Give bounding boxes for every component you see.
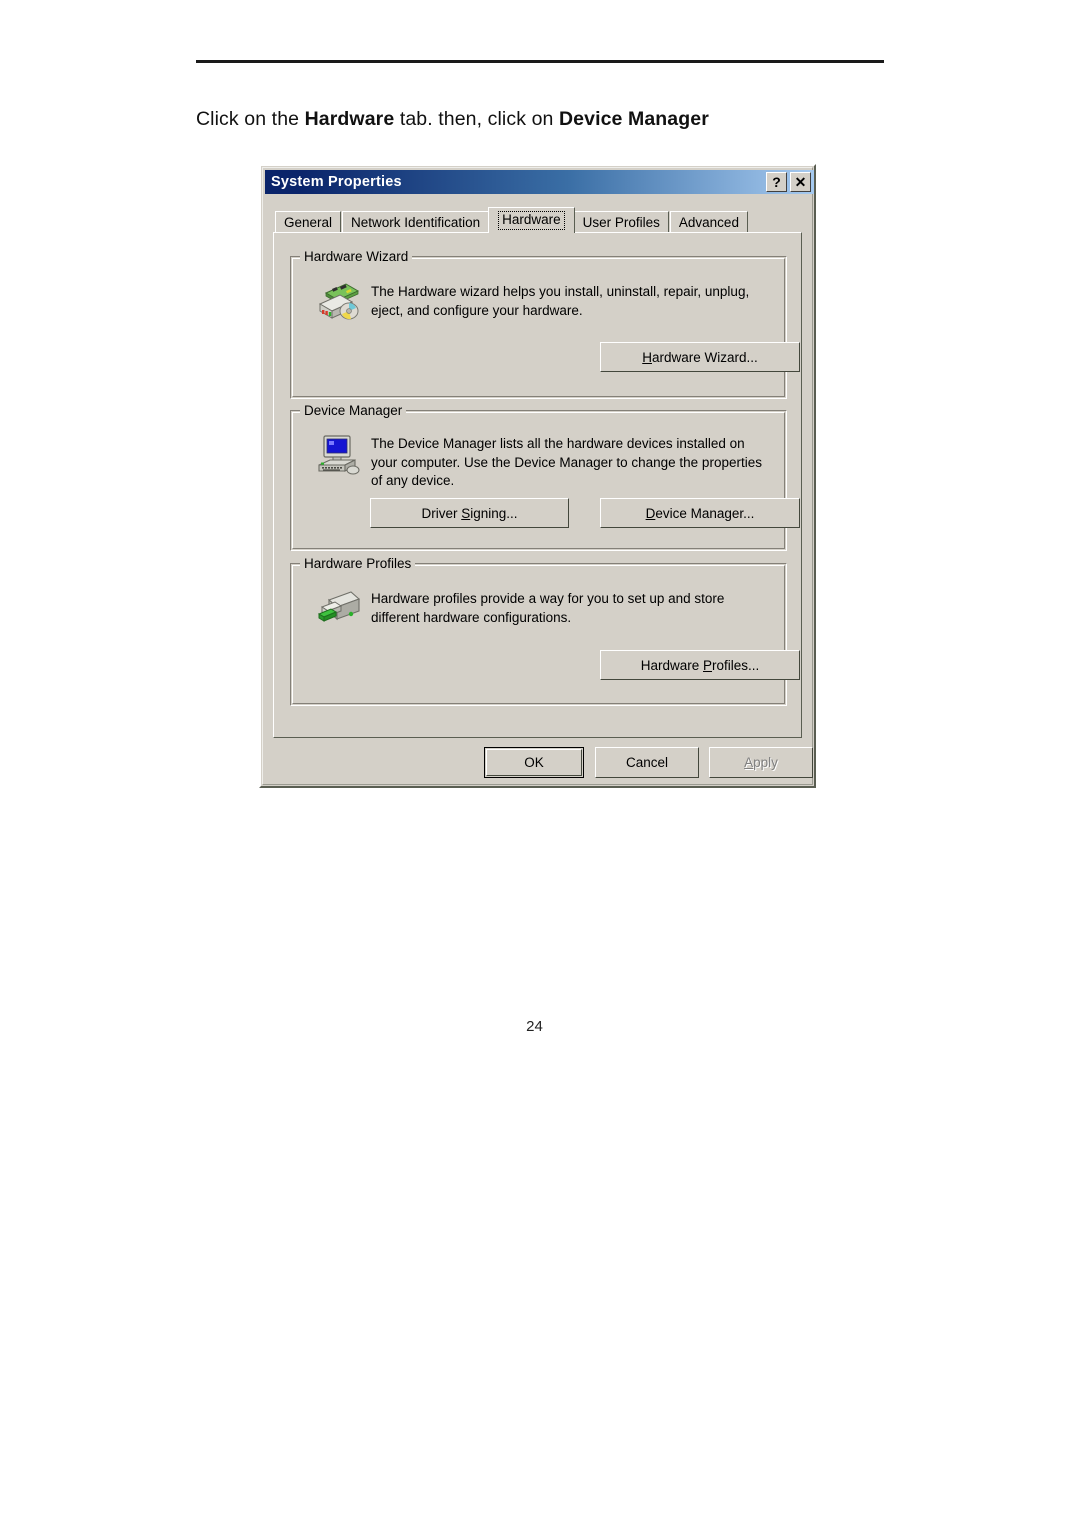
device-manager-group: Device Manager The Device Manager lists … xyxy=(290,403,800,551)
driver-signing-button[interactable]: Driver Signing... xyxy=(370,498,569,528)
hardware-profiles-button[interactable]: Hardware Profiles... xyxy=(600,650,800,680)
hardware-wizard-button-label: Hardware Wizard... xyxy=(642,349,758,365)
heading-text: Click on the xyxy=(196,108,305,130)
hardware-board-icon xyxy=(316,281,360,326)
tab-user-profiles[interactable]: User Profiles xyxy=(573,211,669,233)
page-heading: Click on the Hardware tab. then, click o… xyxy=(196,108,936,131)
hardware-profiles-group: Hardware Profiles Hardware profiles prov… xyxy=(290,556,800,706)
ok-button[interactable]: OK xyxy=(484,747,584,778)
device-manager-button[interactable]: Device Manager... xyxy=(600,498,800,528)
device-manager-description: The Device Manager lists all the hardwar… xyxy=(371,436,762,488)
tabstrip: General Network Identification Hardware Use… xyxy=(275,207,799,233)
hardware-wizard-button[interactable]: Hardware Wizard... xyxy=(600,342,800,372)
hardware-profiles-description: Hardware profiles provide a way for you … xyxy=(371,591,725,625)
page-number: 24 xyxy=(526,1018,543,1035)
hardware-wizard-group: Hardware Wizard The Hardware wizard help… xyxy=(290,249,800,399)
tab-label: Network Identification xyxy=(351,215,481,230)
groupbox-bevel xyxy=(292,565,785,704)
tab-label: General xyxy=(284,215,333,230)
hardware-profiles-button-label: Hardware Profiles... xyxy=(640,657,760,673)
heading-text: tab. then, click on xyxy=(394,108,559,130)
device-manager-group-title: Device Manager xyxy=(300,403,407,418)
ok-button-label: OK xyxy=(524,755,544,770)
cancel-button-label: Cancel xyxy=(625,755,669,770)
hardware-wizard-group-title: Hardware Wizard xyxy=(300,249,413,264)
apply-button: Apply xyxy=(709,747,813,778)
help-button[interactable]: ? xyxy=(766,172,787,192)
close-button[interactable]: ✕ xyxy=(790,172,811,192)
question-mark-icon: ? xyxy=(772,174,781,190)
dialog-titlebar[interactable]: System Properties ? ✕ xyxy=(265,170,814,194)
dialog-title: System Properties xyxy=(271,174,402,190)
page-header-rule xyxy=(196,60,884,63)
hardware-tab-page: Hardware Wizard The Hardware wizard help… xyxy=(273,232,802,738)
tab-label: Advanced xyxy=(678,215,739,230)
hardware-wizard-description: The Hardware wizard helps you install, u… xyxy=(371,284,750,318)
tab-label: Hardware xyxy=(498,210,565,231)
close-icon: ✕ xyxy=(794,174,807,190)
hardware-profiles-group-title: Hardware Profiles xyxy=(300,556,416,571)
tab-general[interactable]: General xyxy=(275,211,342,233)
hardware-profile-icon xyxy=(317,588,361,633)
computer-icon xyxy=(317,433,361,482)
tab-label: User Profiles xyxy=(582,215,660,230)
cancel-button[interactable]: Cancel xyxy=(595,747,699,778)
driver-signing-button-label: Driver Signing... xyxy=(421,505,518,521)
groupbox-bevel xyxy=(292,258,785,397)
tab-advanced[interactable]: Advanced xyxy=(669,211,748,233)
heading-emphasis: Device Manager xyxy=(559,108,709,130)
tab-network-identification[interactable]: Network Identification xyxy=(342,211,490,233)
apply-button-label: Apply xyxy=(744,755,778,770)
heading-emphasis: Hardware xyxy=(304,108,395,130)
tab-hardware[interactable]: Hardware xyxy=(488,207,575,233)
system-properties-dialog: System Properties ? ✕ General Network Ide… xyxy=(259,164,816,788)
device-manager-button-label: Device Manager... xyxy=(645,505,755,521)
